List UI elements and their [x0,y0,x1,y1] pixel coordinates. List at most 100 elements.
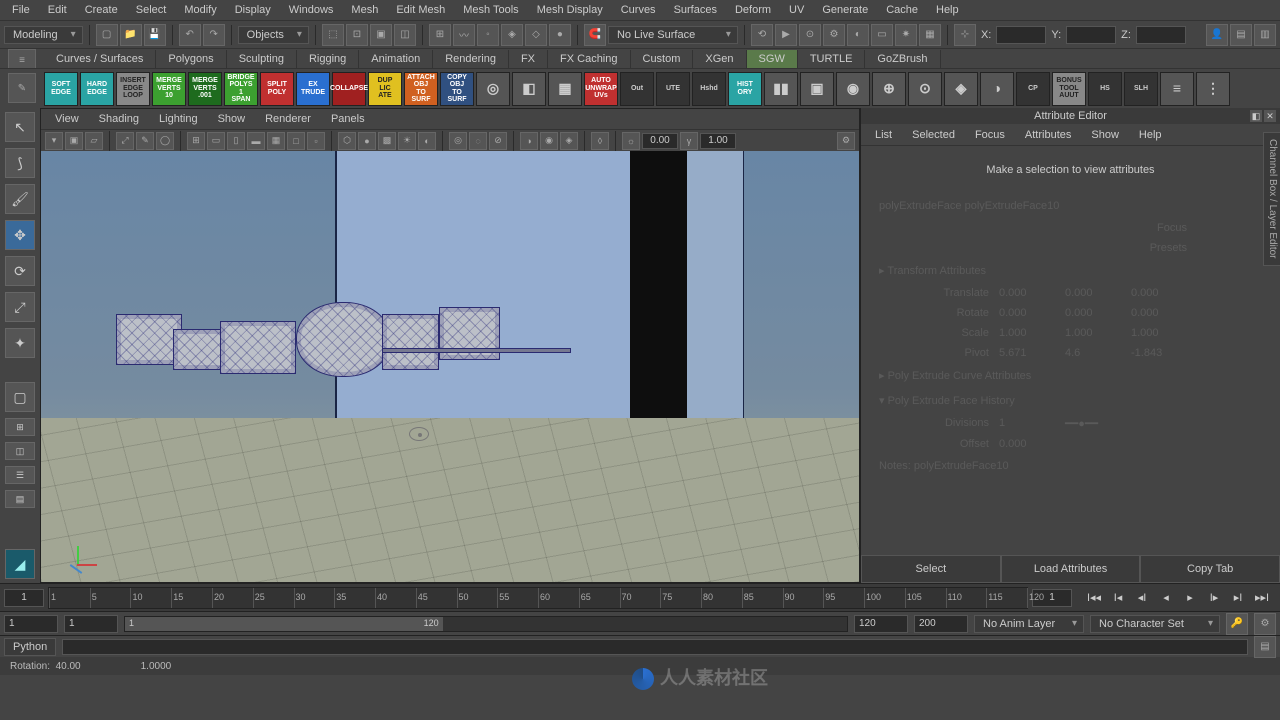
shelf-btn--[interactable]: ▮▮ [764,72,798,106]
account-icon[interactable]: 👤 [1206,24,1228,46]
script-editor-icon[interactable]: ▤ [1254,636,1276,658]
menu-curves[interactable]: Curves [613,2,664,18]
vp-safe-action-icon[interactable]: □ [287,132,305,150]
hypershade-icon[interactable]: ◐ [847,24,869,46]
shelf-btn-collapse[interactable]: COLLAPSE [332,72,366,106]
shelf-tab-fx-caching[interactable]: FX Caching [548,50,630,68]
x-coord-input[interactable] [996,26,1046,44]
four-pane-layout[interactable]: ⊞ [5,418,35,436]
vp-bookmark-icon[interactable]: ▣ [65,132,83,150]
shelf-btn--[interactable]: ◉ [836,72,870,106]
vp-grid-icon[interactable]: ⊞ [187,132,205,150]
playback-end-field[interactable]: 120 [854,615,908,633]
go-to-start-icon[interactable]: I◂◂ [1084,589,1104,607]
menu-create[interactable]: Create [77,2,126,18]
menu-modify[interactable]: Modify [176,2,224,18]
persp-layout[interactable]: ▤ [5,490,35,508]
xyz-toggle-icon[interactable]: ⊹ [954,24,976,46]
shelf-tab-sgw[interactable]: SGW [747,50,798,68]
vp-grease-icon[interactable]: ✎ [136,132,154,150]
snap-live-icon[interactable]: ● [549,24,571,46]
shelf-tab-xgen[interactable]: XGen [693,50,746,68]
ae-copy-tab-button[interactable]: Copy Tab [1140,555,1280,583]
vp-wireframe-icon[interactable]: ⬡ [338,132,356,150]
play-forward-icon[interactable]: ▸ [1180,589,1200,607]
menu-uv[interactable]: UV [781,2,812,18]
prefs-icon[interactable]: ⚙ [1254,613,1276,635]
vp-menu-show[interactable]: Show [208,111,256,127]
shelf-editor-icon[interactable]: ✎ [8,73,36,103]
vp-aa-icon[interactable]: ◈ [560,132,578,150]
z-coord-input[interactable] [1136,26,1186,44]
menu-edit[interactable]: Edit [40,2,75,18]
shelf-tab-polygons[interactable]: Polygons [156,50,226,68]
shelf-btn-insert-edge-loop[interactable]: INSERTEDGELOOP [116,72,150,106]
shelf-tab-gozbrush[interactable]: GoZBrush [865,50,940,68]
undo-icon[interactable]: ↶ [179,24,201,46]
make-live-icon[interactable]: 🧲 [584,24,606,46]
vp-exposure-value[interactable]: 0.00 [642,133,678,149]
new-scene-icon[interactable]: ▢ [96,24,118,46]
panel-icon[interactable]: ▦ [919,24,941,46]
character-set-dropdown[interactable]: No Character Set [1090,615,1220,633]
shelf-tab-custom[interactable]: Custom [631,50,694,68]
vp-settings-icon[interactable]: ⚙ [837,132,855,150]
shelf-btn-merge-verts-001[interactable]: MERGEVERTS.001 [188,72,222,106]
snap-grid-icon[interactable]: ⊞ [429,24,451,46]
vp-image-plane-icon[interactable]: ▱ [85,132,103,150]
paint-select-tool[interactable]: 🖌 [5,184,35,214]
render-view-icon[interactable]: ▭ [871,24,893,46]
vp-isolate-icon[interactable]: ◎ [449,132,467,150]
shelf-btn-copy-obj-to-surf[interactable]: COPYOBJTOSURF [440,72,474,106]
play-back-icon[interactable]: ◂ [1156,589,1176,607]
menu-select[interactable]: Select [128,2,175,18]
vp-exposure-icon[interactable]: ☼ [622,132,640,150]
vp-xray-icon[interactable]: ◌ [469,132,487,150]
vp-shaded-icon[interactable]: ● [358,132,376,150]
shelf-tab-sculpting[interactable]: Sculpting [227,50,297,68]
go-to-end-icon[interactable]: ▸▸I [1252,589,1272,607]
shelf-btn-auto-unwrap-uvs[interactable]: AUTOUNWRAPUVs [584,72,618,106]
vp-menu-view[interactable]: View [45,111,89,127]
shelf-btn-out[interactable]: Out [620,72,654,106]
anim-layer-dropdown[interactable]: No Anim Layer [974,615,1084,633]
snap-view-icon[interactable]: ◇ [525,24,547,46]
shelf-btn--[interactable]: ≡ [1160,72,1194,106]
vp-dof-icon[interactable]: ◊ [591,132,609,150]
ae-menu-help[interactable]: Help [1129,126,1172,144]
rotate-tool[interactable]: ⟳ [5,256,35,286]
select-by-type-icon[interactable]: ⬚ [322,24,344,46]
playback-start-field[interactable]: 1 [64,615,118,633]
step-back-key-icon[interactable]: I◂ [1108,589,1128,607]
anim-start-field[interactable]: 1 [4,615,58,633]
shelf-btn-ex-trude[interactable]: EXTRUDE [296,72,330,106]
shelf-btn-merge-verts-10[interactable]: MERGEVERTS10 [152,72,186,106]
shelf-btn--[interactable]: ⋮ [1196,72,1230,106]
render-icon[interactable]: ▶ [775,24,797,46]
shelf-btn--[interactable]: ▣ [800,72,834,106]
snap-curve-icon[interactable]: 〰 [453,24,475,46]
select-tool[interactable]: ↖ [5,112,35,142]
workspace-mode-dropdown[interactable]: Modeling [4,26,83,44]
shelf-tab-curves-surfaces[interactable]: Curves / Surfaces [44,50,156,68]
current-frame-leftbox[interactable]: 1 [4,589,44,607]
step-back-icon[interactable]: ◂I [1132,589,1152,607]
channel-box-vertical-tab[interactable]: Channel Box / Layer Editor [1263,132,1280,266]
command-input[interactable] [62,639,1248,655]
vp-2d-pan-icon[interactable]: ⤢ [116,132,134,150]
shelf-tab-turtle[interactable]: TURTLE [798,50,866,68]
shelf-btn-cp[interactable]: CP [1016,72,1050,106]
vp-safe-title-icon[interactable]: ▫ [307,132,325,150]
shelf-btn-bonus-tool-auut[interactable]: BONUSTOOLAUUT [1052,72,1086,106]
menu-display[interactable]: Display [227,2,279,18]
live-surface-dropdown[interactable]: No Live Surface [608,26,738,44]
vp-ao-icon[interactable]: ◑ [520,132,538,150]
ae-select-button[interactable]: Select [861,555,1001,583]
open-scene-icon[interactable]: 📁 [120,24,142,46]
select-object-icon[interactable]: ▣ [370,24,392,46]
menu-file[interactable]: File [4,2,38,18]
shelf-btn--[interactable]: ◈ [944,72,978,106]
select-component-icon[interactable]: ◫ [394,24,416,46]
vp-res-gate-icon[interactable]: ▯ [227,132,245,150]
menu-mesh-display[interactable]: Mesh Display [529,2,611,18]
